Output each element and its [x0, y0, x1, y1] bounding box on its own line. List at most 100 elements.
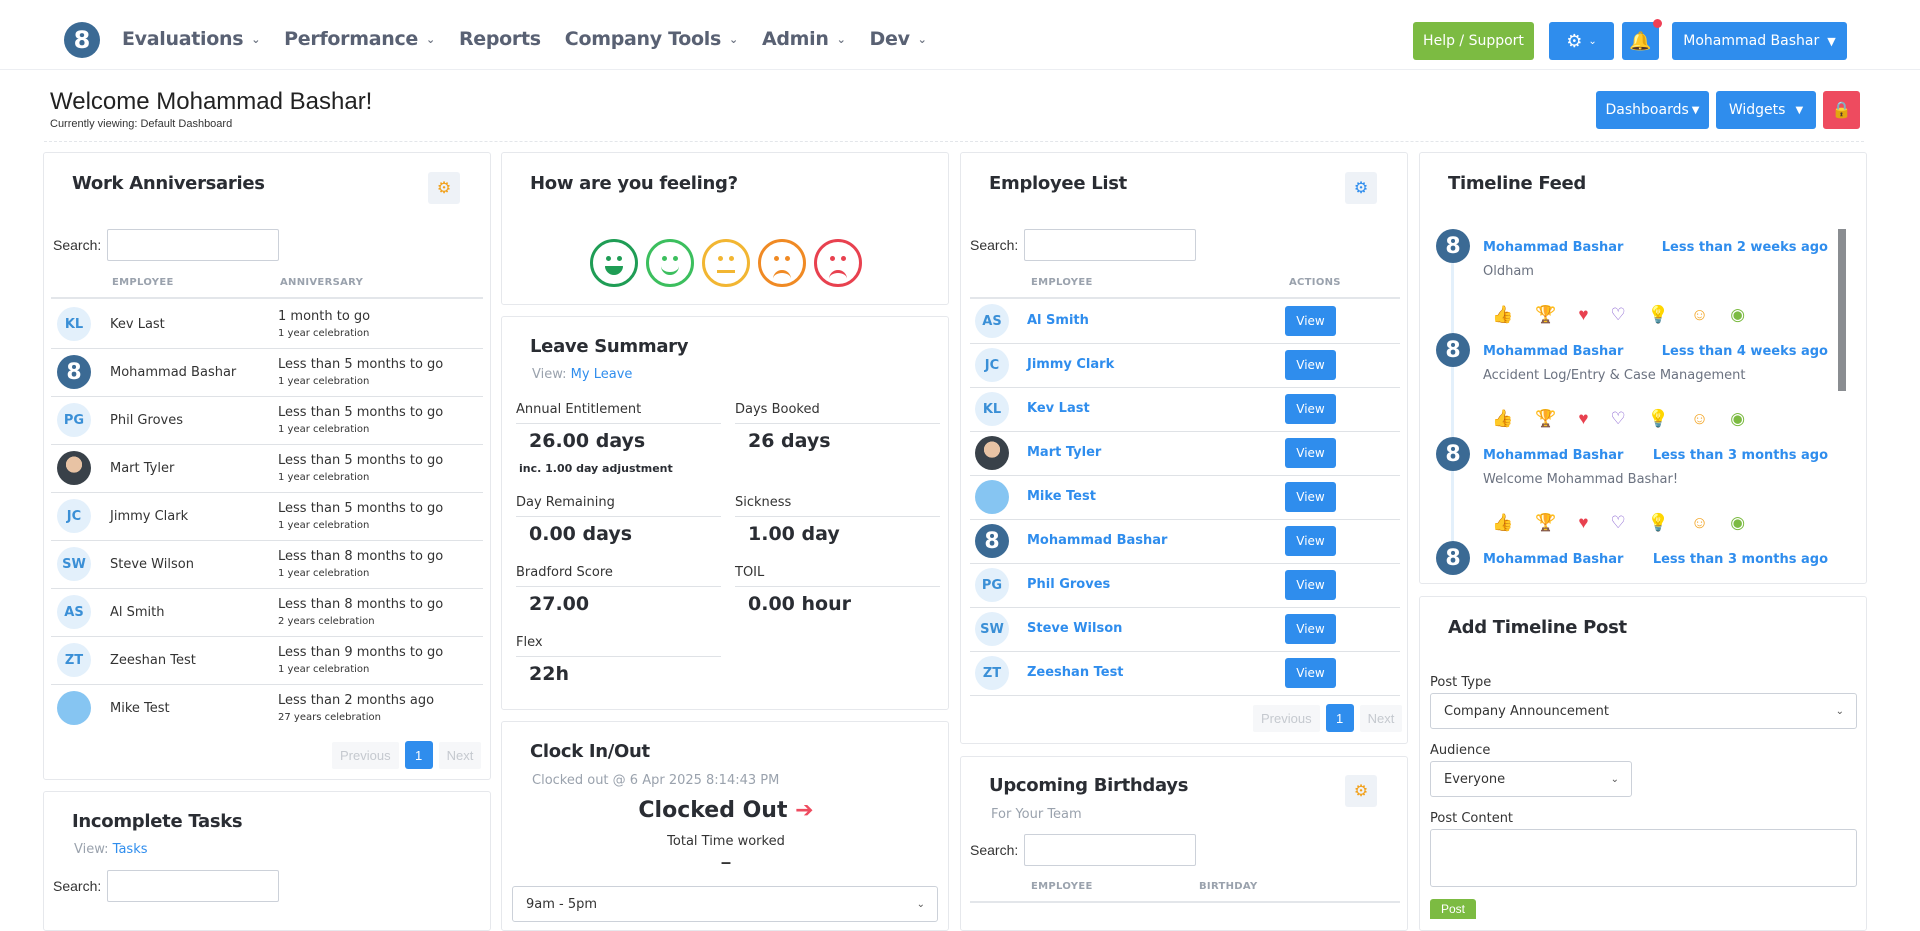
view-employee-button[interactable]: View: [1285, 526, 1336, 556]
post-button[interactable]: Post: [1430, 899, 1476, 919]
sickness-value: 1.00 day: [748, 523, 840, 545]
employee-name-link[interactable]: Phil Groves: [1027, 577, 1110, 592]
nav-item-company-tools[interactable]: Company Tools ⌄: [565, 28, 738, 50]
table-header-divider: [970, 901, 1400, 903]
trophy-icon[interactable]: 🏆: [1535, 513, 1556, 533]
next-page-button[interactable]: Next: [438, 741, 482, 769]
tasks-link[interactable]: Tasks: [113, 842, 148, 857]
dashboards-button[interactable]: Dashboards ▼: [1596, 91, 1709, 129]
row-divider: [51, 588, 483, 589]
lightbulb-icon[interactable]: 💡: [1648, 409, 1669, 429]
chevron-down-icon: ⌄: [1835, 705, 1844, 717]
face-eye: [617, 256, 622, 261]
help-support-button[interactable]: Help / Support: [1413, 22, 1534, 60]
heart-icon[interactable]: ♥: [1578, 409, 1588, 429]
user-menu-label: Mohammad Bashar: [1683, 33, 1820, 49]
view-employee-button[interactable]: View: [1285, 438, 1336, 468]
employee-name-link[interactable]: Mohammad Bashar: [1027, 533, 1167, 548]
thumbs-up-icon[interactable]: 👍: [1492, 513, 1513, 533]
view-employee-button[interactable]: View: [1285, 482, 1336, 512]
card-title: Clock In/Out: [530, 741, 650, 762]
notifications-button[interactable]: 🔔: [1622, 22, 1659, 60]
laugh-icon[interactable]: ☺: [1691, 305, 1708, 325]
employee-name-link[interactable]: Al Smith: [1027, 313, 1089, 328]
lightbulb-icon[interactable]: 💡: [1648, 305, 1669, 325]
employee-name-link[interactable]: Kev Last: [1027, 401, 1090, 416]
shift-select[interactable]: 9am - 5pm ⌄: [512, 886, 938, 922]
thumbs-up-icon[interactable]: 👍: [1492, 409, 1513, 429]
view-employee-button[interactable]: View: [1285, 570, 1336, 600]
search-input[interactable]: [107, 229, 280, 261]
avatar: KL: [57, 307, 91, 341]
nav-item-admin[interactable]: Admin ⌄: [762, 28, 846, 50]
gear-icon: ⚙: [1353, 783, 1369, 800]
bradford-score-label: Bradford Score: [516, 565, 613, 580]
mood-very-happy-icon[interactable]: [590, 239, 638, 287]
audience-select[interactable]: Everyone ⌄: [1430, 761, 1632, 797]
nav-item-reports[interactable]: Reports: [459, 28, 541, 50]
my-leave-link[interactable]: My Leave: [571, 367, 633, 382]
widget-settings-button[interactable]: ⚙: [1345, 775, 1377, 807]
upcoming-birthdays-card: Upcoming Birthdays ⚙ For Your Team Searc…: [960, 756, 1408, 931]
eye-icon[interactable]: ◉: [1730, 513, 1745, 533]
widgets-button[interactable]: Widgets ▼: [1716, 91, 1816, 129]
post-content-textarea[interactable]: [1430, 829, 1857, 887]
care-icon[interactable]: ♡: [1610, 305, 1625, 325]
view-prefix: View:: [532, 367, 567, 382]
nav-item-performance[interactable]: Performance ⌄: [284, 28, 435, 50]
previous-page-button[interactable]: Previous: [1253, 704, 1320, 732]
post-author-link[interactable]: Mohammad Bashar: [1483, 552, 1623, 567]
post-author-link[interactable]: Mohammad Bashar: [1483, 448, 1623, 463]
page-button-current[interactable]: 1: [404, 741, 433, 769]
view-employee-button[interactable]: View: [1285, 350, 1336, 380]
search-input[interactable]: [107, 870, 280, 902]
mood-sad-icon[interactable]: [758, 239, 806, 287]
eye-icon[interactable]: ◉: [1730, 409, 1745, 429]
search-row: Search:: [970, 834, 1197, 866]
avatar: [57, 691, 91, 725]
anniversary-text: 1 month to go: [278, 309, 371, 324]
laugh-icon[interactable]: ☺: [1691, 409, 1708, 429]
view-employee-button[interactable]: View: [1285, 614, 1336, 644]
eye-icon[interactable]: ◉: [1730, 305, 1745, 325]
widget-settings-button[interactable]: ⚙: [1345, 172, 1377, 204]
employee-name-link[interactable]: Mike Test: [1027, 489, 1096, 504]
thumbs-up-icon[interactable]: 👍: [1492, 305, 1513, 325]
view-employee-button[interactable]: View: [1285, 658, 1336, 688]
page-title: Welcome Mohammad Bashar!: [50, 88, 373, 115]
laugh-icon[interactable]: ☺: [1691, 513, 1708, 533]
lightbulb-icon[interactable]: 💡: [1648, 513, 1669, 533]
user-menu-button[interactable]: Mohammad Bashar ▼: [1672, 22, 1847, 60]
widget-settings-button[interactable]: ⚙: [428, 172, 460, 204]
post-author-link[interactable]: Mohammad Bashar: [1483, 344, 1623, 359]
care-icon[interactable]: ♡: [1610, 409, 1625, 429]
employee-name-link[interactable]: Jimmy Clark: [1027, 357, 1114, 372]
page-button-current[interactable]: 1: [1325, 704, 1354, 732]
post-type-select[interactable]: Company Announcement ⌄: [1430, 693, 1857, 729]
timeline-scrollbar[interactable]: [1838, 229, 1846, 391]
lock-dashboard-button[interactable]: 🔒: [1823, 91, 1860, 129]
mood-happy-icon[interactable]: [646, 239, 694, 287]
nav-item-label: Performance: [284, 28, 419, 50]
mood-neutral-icon[interactable]: [702, 239, 750, 287]
brand-logo[interactable]: 8: [64, 22, 100, 58]
care-icon[interactable]: ♡: [1610, 513, 1625, 533]
view-employee-button[interactable]: View: [1285, 306, 1336, 336]
employee-name-link[interactable]: Steve Wilson: [1027, 621, 1122, 636]
employee-name-link[interactable]: Zeeshan Test: [1027, 665, 1124, 680]
next-page-button[interactable]: Next: [1359, 704, 1403, 732]
trophy-icon[interactable]: 🏆: [1535, 305, 1556, 325]
nav-item-evaluations[interactable]: Evaluations ⌄: [122, 28, 260, 50]
search-input[interactable]: [1024, 834, 1197, 866]
employee-name-link[interactable]: Mart Tyler: [1027, 445, 1101, 460]
heart-icon[interactable]: ♥: [1578, 305, 1588, 325]
settings-button[interactable]: ⚙ ⌄: [1549, 22, 1614, 60]
nav-item-dev[interactable]: Dev ⌄: [870, 28, 927, 50]
heart-icon[interactable]: ♥: [1578, 513, 1588, 533]
view-employee-button[interactable]: View: [1285, 394, 1336, 424]
previous-page-button[interactable]: Previous: [332, 741, 399, 769]
post-author-link[interactable]: Mohammad Bashar: [1483, 240, 1623, 255]
mood-very-sad-icon[interactable]: [814, 239, 862, 287]
search-input[interactable]: [1024, 229, 1197, 261]
trophy-icon[interactable]: 🏆: [1535, 409, 1556, 429]
